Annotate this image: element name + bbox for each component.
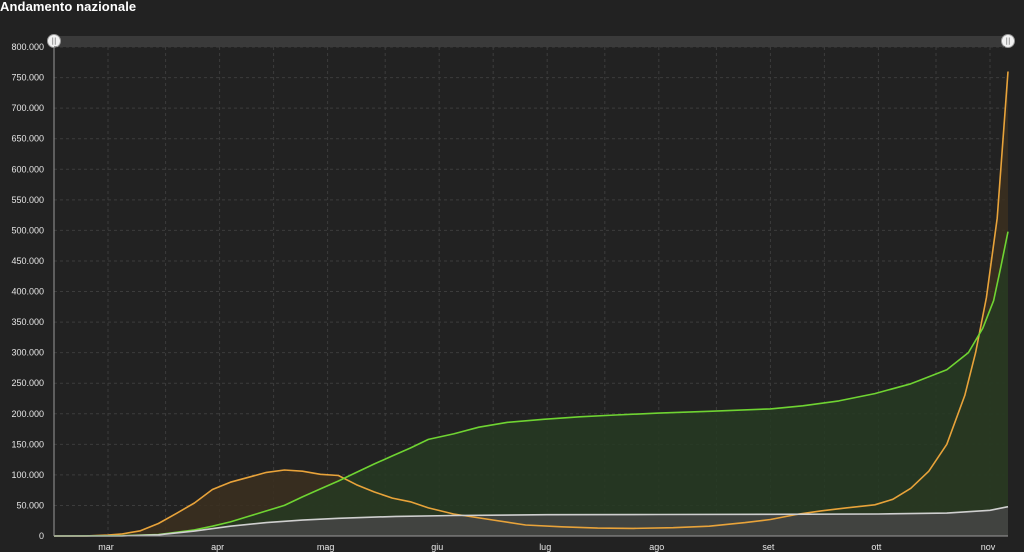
- y-tick-label: 450.000: [11, 256, 44, 266]
- x-tick-label: mar: [98, 542, 114, 552]
- series-layer: [53, 71, 1009, 537]
- x-tick-label: ago: [649, 542, 664, 552]
- y-tick-label: 400.000: [11, 287, 44, 297]
- y-tick-label: 300.000: [11, 348, 44, 358]
- y-tick-label: 700.000: [11, 103, 44, 113]
- national-trend-chart: 0 50.000 100.000 150.000 200.000 250.000 300.0…: [11, 42, 1009, 552]
- x-tick-label: mag: [317, 542, 335, 552]
- y-tick-label: 800.000: [11, 42, 44, 52]
- y-tick-label: 550.000: [11, 195, 44, 205]
- series-area-1: [54, 231, 1008, 536]
- x-tick-label: apr: [211, 542, 224, 552]
- y-tick-label: 100.000: [11, 470, 44, 480]
- y-tick-label: 350.000: [11, 317, 44, 327]
- y-tick-label: 600.000: [11, 164, 44, 174]
- y-tick-label: 150.000: [11, 439, 44, 449]
- x-tick-label: giu: [431, 542, 443, 552]
- x-tick-label: nov: [981, 542, 996, 552]
- y-tick-label: 500.000: [11, 225, 44, 235]
- y-tick-label: 50.000: [16, 500, 44, 510]
- y-tick-label: 650.000: [11, 134, 44, 144]
- y-tick-label: 0: [39, 531, 44, 541]
- x-tick-label: ott: [871, 542, 882, 552]
- y-tick-label: 250.000: [11, 378, 44, 388]
- x-tick-label: set: [762, 542, 775, 552]
- y-tick-label: 200.000: [11, 409, 44, 419]
- x-tick-label: lug: [539, 542, 551, 552]
- y-tick-label: 750.000: [11, 73, 44, 83]
